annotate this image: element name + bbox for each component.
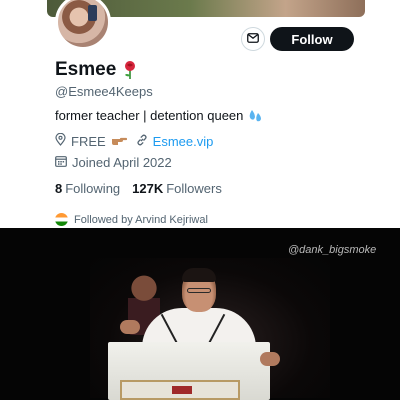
- following-count: 8: [55, 181, 63, 196]
- follow-button[interactable]: Follow: [270, 27, 354, 51]
- location-text: FREE: [71, 133, 106, 149]
- follower-avatar: [55, 213, 68, 226]
- location-pin-icon: [55, 132, 66, 149]
- display-name: Esmee: [55, 59, 117, 80]
- followers-link[interactable]: 127K Followers: [132, 181, 222, 196]
- joined-date: Joined April 2022: [72, 155, 172, 170]
- profile-handle: @Esmee4Keeps: [55, 84, 153, 99]
- video-frame: @dank_bigsmoke: [0, 228, 400, 400]
- speaker-right-hand: [260, 352, 280, 366]
- profile-meta-row: FREE Esmee.vip: [55, 132, 214, 149]
- profile-card: Follow Esmee @Esmee4Keeps former teacher…: [0, 0, 400, 228]
- calendar-icon: [55, 155, 67, 170]
- sweat-drops-icon: [247, 109, 263, 123]
- profile-avatar[interactable]: [55, 0, 111, 50]
- mail-icon: [247, 30, 259, 48]
- video-watermark: @dank_bigsmoke: [288, 244, 377, 256]
- speaker-hair: [182, 268, 216, 282]
- link-icon: [136, 134, 148, 149]
- pointing-hand-icon: [111, 134, 127, 149]
- joined-row: Joined April 2022: [55, 155, 172, 170]
- following-link[interactable]: 8 Following: [55, 181, 120, 196]
- podium-plate: [120, 380, 240, 400]
- followed-by-row[interactable]: Followed by Arvind Kejriwal: [55, 213, 208, 226]
- profile-link[interactable]: Esmee.vip: [153, 134, 214, 149]
- bio-text: former teacher | detention queen: [55, 108, 244, 123]
- message-button[interactable]: [241, 27, 265, 51]
- name-row: Esmee: [55, 58, 138, 82]
- followed-by-text: Followed by Arvind Kejriwal: [74, 213, 208, 226]
- rose-icon: [122, 60, 138, 80]
- podium-emblem: [172, 386, 192, 394]
- follow-stats: 8 Following 127K Followers: [55, 181, 222, 196]
- following-label: Following: [65, 181, 121, 196]
- speaker-left-hand: [120, 320, 140, 334]
- followers-label: Followers: [166, 181, 222, 196]
- phone-in-photo: [88, 5, 97, 21]
- speaker-glasses: [187, 288, 211, 293]
- profile-bio: former teacher | detention queen: [55, 108, 263, 123]
- followers-count: 127K: [132, 181, 164, 196]
